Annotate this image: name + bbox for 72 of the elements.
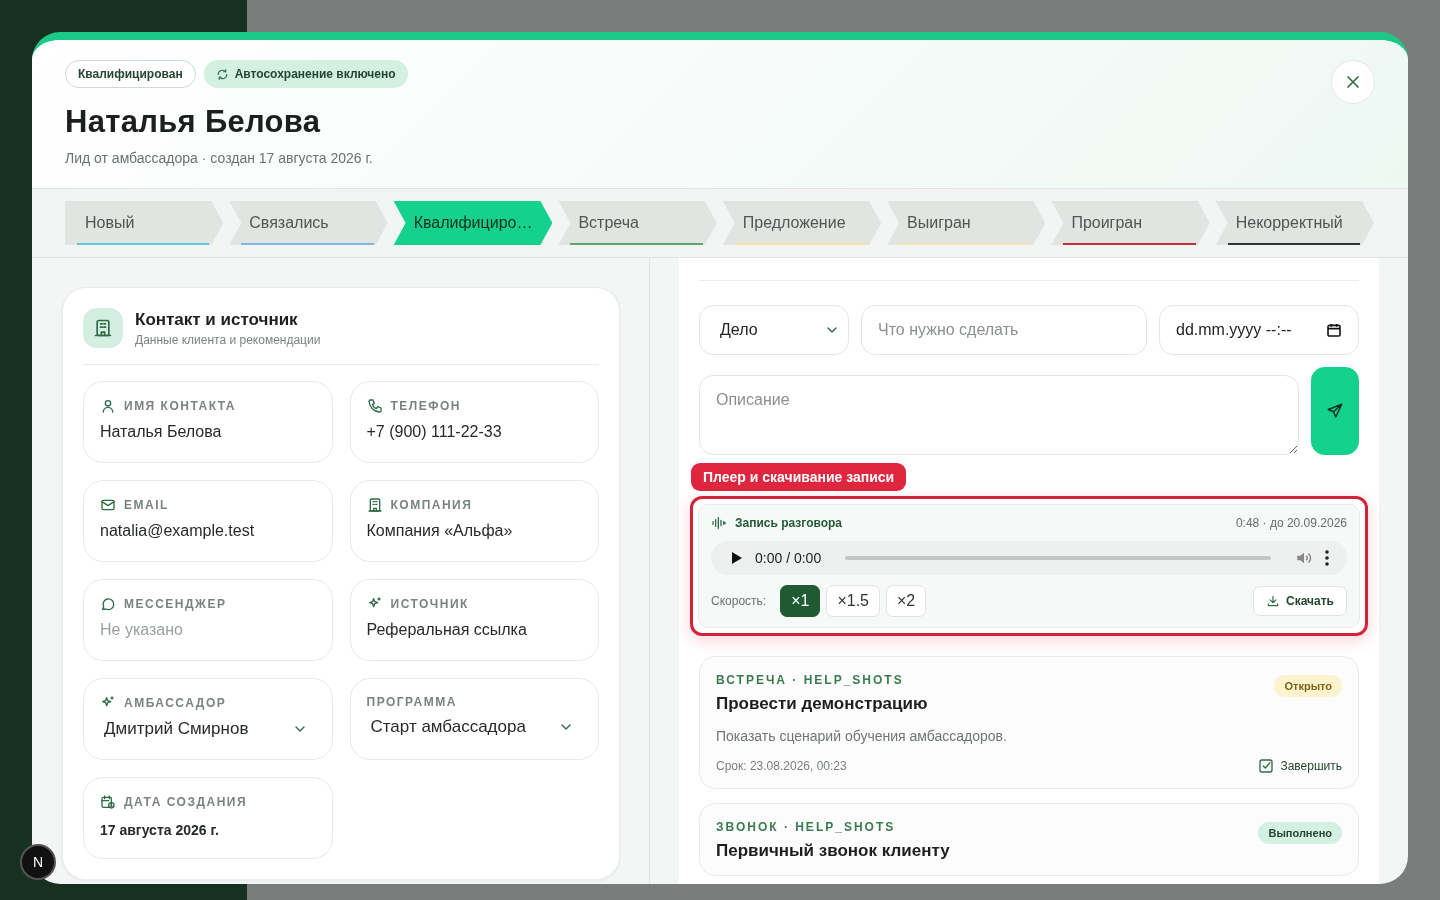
- status-badge: Открыто: [1274, 675, 1342, 697]
- send-icon: [1326, 402, 1344, 420]
- waveform-icon: [711, 515, 727, 531]
- recording-title: Запись разговора: [735, 516, 843, 530]
- description-field[interactable]: Описание: [699, 375, 1299, 455]
- close-button[interactable]: [1331, 60, 1375, 104]
- status-badge: Выполнено: [1258, 822, 1342, 844]
- speed-button[interactable]: ×1.5: [826, 585, 880, 617]
- building-icon: [366, 497, 383, 513]
- field-value: Не указано: [100, 621, 184, 639]
- task-type: ВСТРЕЧА · HELP_SHOTS: [716, 673, 904, 687]
- calendar-clock-icon: [100, 794, 116, 810]
- field-value: natalia@example.test: [100, 522, 256, 540]
- play-button[interactable]: [731, 551, 743, 565]
- download-button[interactable]: Скачать: [1253, 586, 1347, 616]
- field-label: ИСТОЧНИК: [390, 597, 469, 611]
- person-icon: [100, 398, 116, 414]
- speed-button[interactable]: ×2: [886, 585, 927, 617]
- refresh-icon: [215, 67, 229, 81]
- callout-label: Плеер и скачивание записи: [691, 463, 907, 491]
- task-due: Срок: 23.08.2026, 00:23: [716, 759, 847, 773]
- field-select[interactable]: Старт амбассадора: [366, 717, 582, 737]
- task-type-select[interactable]: Дело: [699, 305, 849, 355]
- task-field[interactable]: Что нужно сделать: [861, 305, 1147, 355]
- field-value: +7 (900) 111-22-33: [366, 423, 503, 441]
- autosave-label: Автосохранение включено: [234, 67, 396, 81]
- field-label: ИМЯ КОНТАКТА: [124, 399, 236, 413]
- stage-tab[interactable]: Встреча: [558, 201, 717, 245]
- play-icon: [731, 551, 743, 565]
- task-description: Показать сценарий обучения амбассадоров.: [716, 728, 1008, 744]
- stage-tab[interactable]: Некорректный: [1215, 201, 1374, 245]
- calendar-icon: [1326, 322, 1342, 338]
- stage-tab[interactable]: Проигран: [1051, 201, 1210, 245]
- stage-tab[interactable]: Предложение: [722, 201, 882, 245]
- stage-tab[interactable]: Выигран: [887, 201, 1046, 245]
- stage-tab[interactable]: Новый: [65, 201, 224, 245]
- task-type: ЗВОНОК · HELP_SHOTS: [716, 820, 896, 834]
- send-button[interactable]: [1311, 367, 1359, 455]
- status-badge: Квалифицирован: [65, 60, 196, 88]
- speed-label: Скорость:: [711, 594, 767, 608]
- field-label: КОМПАНИЯ: [390, 498, 473, 512]
- field-value: Наталья Белова: [100, 423, 223, 441]
- lead-name: Наталья Белова: [65, 104, 322, 140]
- task-title: Провести демонстрацию: [716, 694, 928, 714]
- field-label: МЕССЕНДЖЕР: [124, 597, 227, 611]
- field-value: 17 августа 2026 г.: [100, 822, 220, 838]
- field-select[interactable]: Дмитрий Смирнов: [100, 719, 316, 739]
- phone-icon: [366, 398, 383, 414]
- field-label: EMAIL: [124, 498, 169, 512]
- chat-bubble-icon: [100, 596, 116, 612]
- building-icon: [93, 318, 113, 338]
- lead-subtitle: Лид от амбассадора · создан 17 августа 2026 г.: [65, 150, 374, 166]
- checkbox-icon: [1258, 758, 1275, 774]
- field-value: Компания «Альфа»: [366, 522, 514, 540]
- speed-button[interactable]: ×1: [780, 585, 821, 617]
- field-label: АМБАССАДОР: [124, 696, 227, 710]
- field-label: ДАТА СОЗДАНИЯ: [124, 795, 248, 809]
- recording-meta: 0:48 · до 20.09.2026: [1235, 516, 1347, 530]
- task-title: Первичный звонок клиенту: [716, 841, 950, 861]
- field-label: ПРОГРАММА: [366, 695, 457, 709]
- complete-button[interactable]: Завершить: [1258, 758, 1342, 774]
- playback-time: 0:00 / 0:00: [755, 550, 822, 566]
- more-icon[interactable]: [1325, 550, 1329, 566]
- envelope-icon: [100, 497, 116, 513]
- download-icon: [1266, 594, 1281, 608]
- date-time-field[interactable]: dd.mm.yyyy --:--: [1159, 305, 1359, 355]
- card-title: Контакт и источник: [135, 309, 299, 330]
- card-subtitle: Данные клиента и рекомендации: [135, 332, 321, 347]
- field-value: Реферальная ссылка: [366, 621, 528, 639]
- stage-tab[interactable]: Связались: [229, 201, 388, 245]
- stage-tab[interactable]: Квалифициро…: [393, 201, 553, 245]
- field-label: ТЕЛЕФОН: [390, 399, 461, 413]
